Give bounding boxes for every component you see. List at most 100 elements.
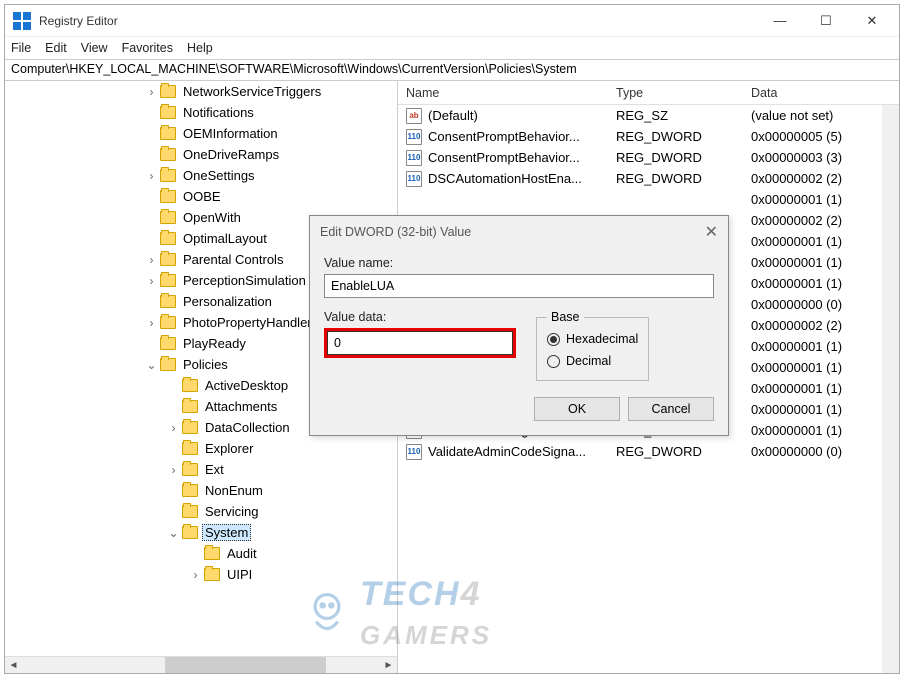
- menubar: File Edit View Favorites Help: [5, 37, 899, 59]
- value-data: 0x00000002 (2): [743, 213, 899, 228]
- list-row[interactable]: 110ValidateAdminCodeSigna...REG_DWORD0x0…: [398, 441, 899, 462]
- folder-icon: [160, 253, 176, 266]
- expand-icon[interactable]: ⌄: [145, 358, 158, 372]
- expand-icon[interactable]: ›: [189, 568, 202, 582]
- tree-label: Servicing: [202, 503, 261, 520]
- tree-item[interactable]: › OneSettings: [5, 165, 395, 186]
- folder-icon: [182, 484, 198, 497]
- radio-hexadecimal[interactable]: Hexadecimal: [547, 328, 638, 350]
- tree-label: UIPI: [224, 566, 255, 583]
- cancel-button[interactable]: Cancel: [628, 397, 714, 421]
- tree-label: Ext: [202, 461, 227, 478]
- expand-icon[interactable]: ›: [145, 85, 158, 99]
- list-vscrollbar[interactable]: [882, 105, 899, 673]
- expand-icon[interactable]: ›: [145, 169, 158, 183]
- column-name[interactable]: Name: [398, 86, 608, 100]
- menu-file[interactable]: File: [11, 41, 31, 55]
- list-row[interactable]: 110ConsentPromptBehavior...REG_DWORD0x00…: [398, 126, 899, 147]
- dialog-titlebar[interactable]: Edit DWORD (32-bit) Value ✕: [310, 216, 728, 248]
- folder-icon: [160, 169, 176, 182]
- folder-icon: [182, 400, 198, 413]
- radio-decimal[interactable]: Decimal: [547, 350, 638, 372]
- value-data: 0x00000001 (1): [743, 339, 899, 354]
- window-title: Registry Editor: [39, 14, 118, 28]
- value-data: 0x00000000 (0): [743, 297, 899, 312]
- value-name-field[interactable]: [324, 274, 714, 298]
- scroll-right-button[interactable]: ►: [380, 657, 397, 673]
- menu-edit[interactable]: Edit: [45, 41, 67, 55]
- expand-icon[interactable]: ›: [145, 253, 158, 267]
- tree-item[interactable]: ›NetworkServiceTriggers: [5, 81, 395, 102]
- tree-item[interactable]: Audit: [5, 543, 395, 564]
- tree-label: NonEnum: [202, 482, 266, 499]
- column-type[interactable]: Type: [608, 86, 743, 100]
- value-data: 0x00000001 (1): [743, 402, 899, 417]
- value-type: REG_DWORD: [608, 444, 743, 459]
- expand-icon[interactable]: ⌄: [167, 526, 180, 540]
- tree-label: System: [202, 524, 251, 541]
- minimize-button[interactable]: —: [757, 6, 803, 36]
- tree-item[interactable]: OEMInformation: [5, 123, 395, 144]
- scroll-thumb[interactable]: [165, 657, 326, 673]
- value-data: 0x00000001 (1): [743, 255, 899, 270]
- tree-label: OneSettings: [180, 167, 258, 184]
- tree-item[interactable]: ⌄ System: [5, 522, 395, 543]
- highlight-annotation: [324, 328, 516, 358]
- tree-label: PlayReady: [180, 335, 249, 352]
- tree-label: PerceptionSimulation: [180, 272, 309, 289]
- list-row[interactable]: ab(Default)REG_SZ(value not set): [398, 105, 899, 126]
- tree-label: ActiveDesktop: [202, 377, 291, 394]
- dword-value-icon: 110: [406, 444, 422, 460]
- folder-icon: [182, 505, 198, 518]
- value-name: ValidateAdminCodeSigna...: [428, 444, 586, 459]
- close-button[interactable]: ✕: [849, 6, 895, 36]
- scroll-track[interactable]: [22, 657, 380, 673]
- tree-label: OOBE: [180, 188, 224, 205]
- folder-icon: [182, 379, 198, 392]
- tree-item[interactable]: › Ext: [5, 459, 395, 480]
- list-row[interactable]: 0x00000001 (1): [398, 189, 899, 210]
- column-data[interactable]: Data: [743, 86, 899, 100]
- tree-label: Explorer: [202, 440, 256, 457]
- list-row[interactable]: 110DSCAutomationHostEna...REG_DWORD0x000…: [398, 168, 899, 189]
- folder-icon: [160, 316, 176, 329]
- dword-value-icon: 110: [406, 150, 422, 166]
- tree-item[interactable]: NonEnum: [5, 480, 395, 501]
- base-fieldset: Base Hexadecimal Decimal: [536, 310, 649, 381]
- maximize-button[interactable]: ☐: [803, 6, 849, 36]
- expand-icon[interactable]: ›: [167, 463, 180, 477]
- address-bar[interactable]: Computer\HKEY_LOCAL_MACHINE\SOFTWARE\Mic…: [5, 59, 899, 81]
- folder-icon: [182, 421, 198, 434]
- value-type: REG_DWORD: [608, 150, 743, 165]
- list-row[interactable]: 110ConsentPromptBehavior...REG_DWORD0x00…: [398, 147, 899, 168]
- tree-label: Notifications: [180, 104, 257, 121]
- menu-view[interactable]: View: [81, 41, 108, 55]
- expand-icon[interactable]: ›: [145, 274, 158, 288]
- expand-icon[interactable]: ›: [167, 421, 180, 435]
- folder-icon: [160, 337, 176, 350]
- dialog-title: Edit DWORD (32-bit) Value: [320, 225, 471, 239]
- tree-item[interactable]: Servicing: [5, 501, 395, 522]
- dialog-close-button[interactable]: ✕: [705, 222, 718, 242]
- tree-label: Audit: [224, 545, 260, 562]
- expand-icon[interactable]: ›: [145, 316, 158, 330]
- tree-item[interactable]: Explorer: [5, 438, 395, 459]
- scroll-left-button[interactable]: ◄: [5, 657, 22, 673]
- dword-value-icon: 110: [406, 129, 422, 145]
- menu-favorites[interactable]: Favorites: [122, 41, 173, 55]
- value-data-field[interactable]: [327, 331, 513, 355]
- value-name: ConsentPromptBehavior...: [428, 129, 580, 144]
- tree-item[interactable]: › UIPI: [5, 564, 395, 585]
- tree-label: OpenWith: [180, 209, 244, 226]
- tree-hscrollbar[interactable]: ◄ ►: [5, 656, 397, 673]
- folder-icon: [160, 274, 176, 287]
- tree-item[interactable]: Notifications: [5, 102, 395, 123]
- tree-item[interactable]: OneDriveRamps: [5, 144, 395, 165]
- folder-icon: [182, 463, 198, 476]
- tree-item[interactable]: OOBE: [5, 186, 395, 207]
- menu-help[interactable]: Help: [187, 41, 213, 55]
- ok-button[interactable]: OK: [534, 397, 620, 421]
- value-data: (value not set): [743, 108, 899, 123]
- titlebar[interactable]: Registry Editor — ☐ ✕: [5, 5, 899, 37]
- tree-label: PhotoPropertyHandler: [180, 314, 315, 331]
